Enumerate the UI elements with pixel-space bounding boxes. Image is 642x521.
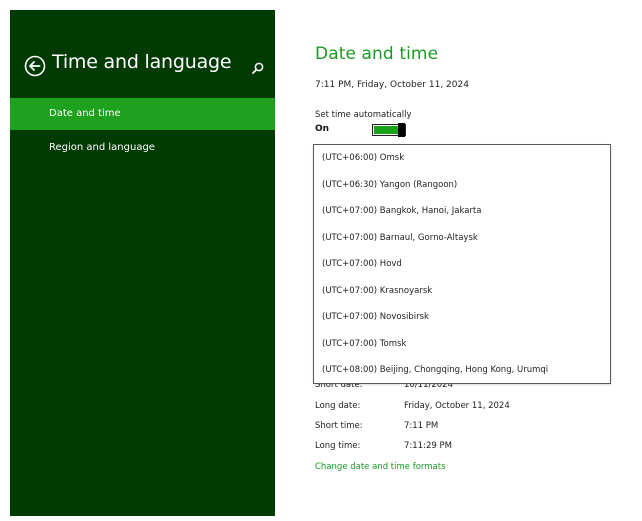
toggle-thumb[interactable]: [398, 123, 405, 137]
change-formats-link[interactable]: Change date and time formats: [315, 462, 446, 472]
format-label: Long date:: [315, 401, 361, 411]
current-date-time: 7:11 PM, Friday, October 11, 2024: [315, 80, 469, 90]
format-value: 7:11:29 PM: [404, 441, 452, 451]
time-zone-option[interactable]: (UTC+07:00) Barnaul, Gorno-Altaysk: [314, 225, 610, 251]
format-row-short-time: Short time: 7:11 PM: [315, 421, 615, 435]
time-zone-option[interactable]: (UTC+07:00) Krasnoyarsk: [314, 278, 610, 304]
time-zone-option[interactable]: (UTC+07:00) Bangkok, Hanoi, Jakarta: [314, 198, 610, 224]
set-time-automatically-label: Set time automatically: [315, 110, 412, 120]
time-zone-option[interactable]: (UTC+07:00) Novosibirsk: [314, 304, 610, 330]
format-row-long-time: Long time: 7:11:29 PM: [315, 441, 615, 455]
time-zone-option[interactable]: (UTC+06:00) Omsk: [314, 145, 610, 171]
page-title: Date and time: [315, 44, 439, 64]
time-zone-option[interactable]: (UTC+07:00) Tomsk: [314, 331, 610, 357]
format-value: Friday, October 11, 2024: [404, 401, 510, 411]
format-label: Short time:: [315, 421, 363, 431]
time-zone-option[interactable]: (UTC+07:00) Hovd: [314, 251, 610, 277]
format-value: 7:11 PM: [404, 421, 439, 431]
format-label: Long time:: [315, 441, 361, 451]
set-time-automatically-toggle[interactable]: [372, 123, 406, 137]
toggle-fill: [374, 126, 399, 134]
main-content: Date and time 7:11 PM, Friday, October 1…: [0, 0, 642, 521]
time-zone-option[interactable]: (UTC+08:00) Beijing, Chongqing, Hong Kon…: [314, 357, 610, 383]
time-zone-dropdown-list[interactable]: (UTC+06:00) Omsk (UTC+06:30) Yangon (Ran…: [313, 144, 611, 384]
toggle-state-label: On: [315, 124, 330, 134]
time-zone-option[interactable]: (UTC+06:30) Yangon (Rangoon): [314, 172, 610, 198]
format-row-long-date: Long date: Friday, October 11, 2024: [315, 401, 615, 415]
